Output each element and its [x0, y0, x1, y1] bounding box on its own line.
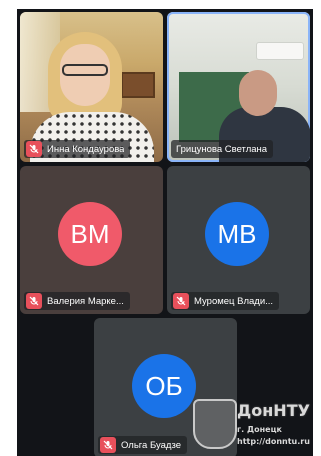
- air-conditioner: [256, 42, 304, 60]
- mic-off-icon: [100, 437, 116, 453]
- university-seal-icon: [193, 399, 237, 449]
- participant-glasses: [62, 64, 108, 76]
- meeting-grid: Инна Кондаурова Грицунова Светлана ВМ Ва…: [17, 9, 313, 456]
- university-watermark: ДонНТУ г. Донецк http://donntu.ru: [191, 395, 313, 453]
- participant-tile-4[interactable]: МВ Муромец Влади...: [167, 166, 310, 314]
- participant-name: Инна Кондаурова: [47, 143, 125, 155]
- participant-tile-1[interactable]: Инна Кондаурова: [20, 12, 163, 162]
- participant-tile-2[interactable]: Грицунова Светлана: [167, 12, 310, 162]
- participant-name: Грицунова Светлана: [176, 143, 268, 155]
- participant-avatar: ВМ: [58, 202, 122, 266]
- picture-frame: [121, 72, 155, 98]
- participant-avatar: МВ: [205, 202, 269, 266]
- participant-name: Муромец Влади...: [194, 295, 274, 307]
- participant-name: Валерия Марке...: [47, 295, 124, 307]
- participant-name-tag: Валерия Марке...: [24, 292, 130, 310]
- mic-off-icon: [26, 141, 42, 157]
- participant-avatar: ОБ: [132, 354, 196, 418]
- participant-name-tag: Ольга Буадзе: [98, 436, 187, 454]
- participant-name-tag: Грицунова Светлана: [171, 140, 274, 158]
- mic-off-icon: [173, 293, 189, 309]
- watermark-title: ДонНТУ: [237, 401, 310, 420]
- mic-off-icon: [26, 293, 42, 309]
- watermark-city: г. Донецк: [237, 425, 282, 434]
- participant-tile-3[interactable]: ВМ Валерия Марке...: [20, 166, 163, 314]
- participant-name: Ольга Буадзе: [121, 439, 181, 451]
- participant-name-tag: Инна Кондаурова: [24, 140, 131, 158]
- participant-head: [239, 70, 277, 116]
- watermark-url: http://donntu.ru: [237, 437, 310, 446]
- participant-name-tag: Муромец Влади...: [171, 292, 280, 310]
